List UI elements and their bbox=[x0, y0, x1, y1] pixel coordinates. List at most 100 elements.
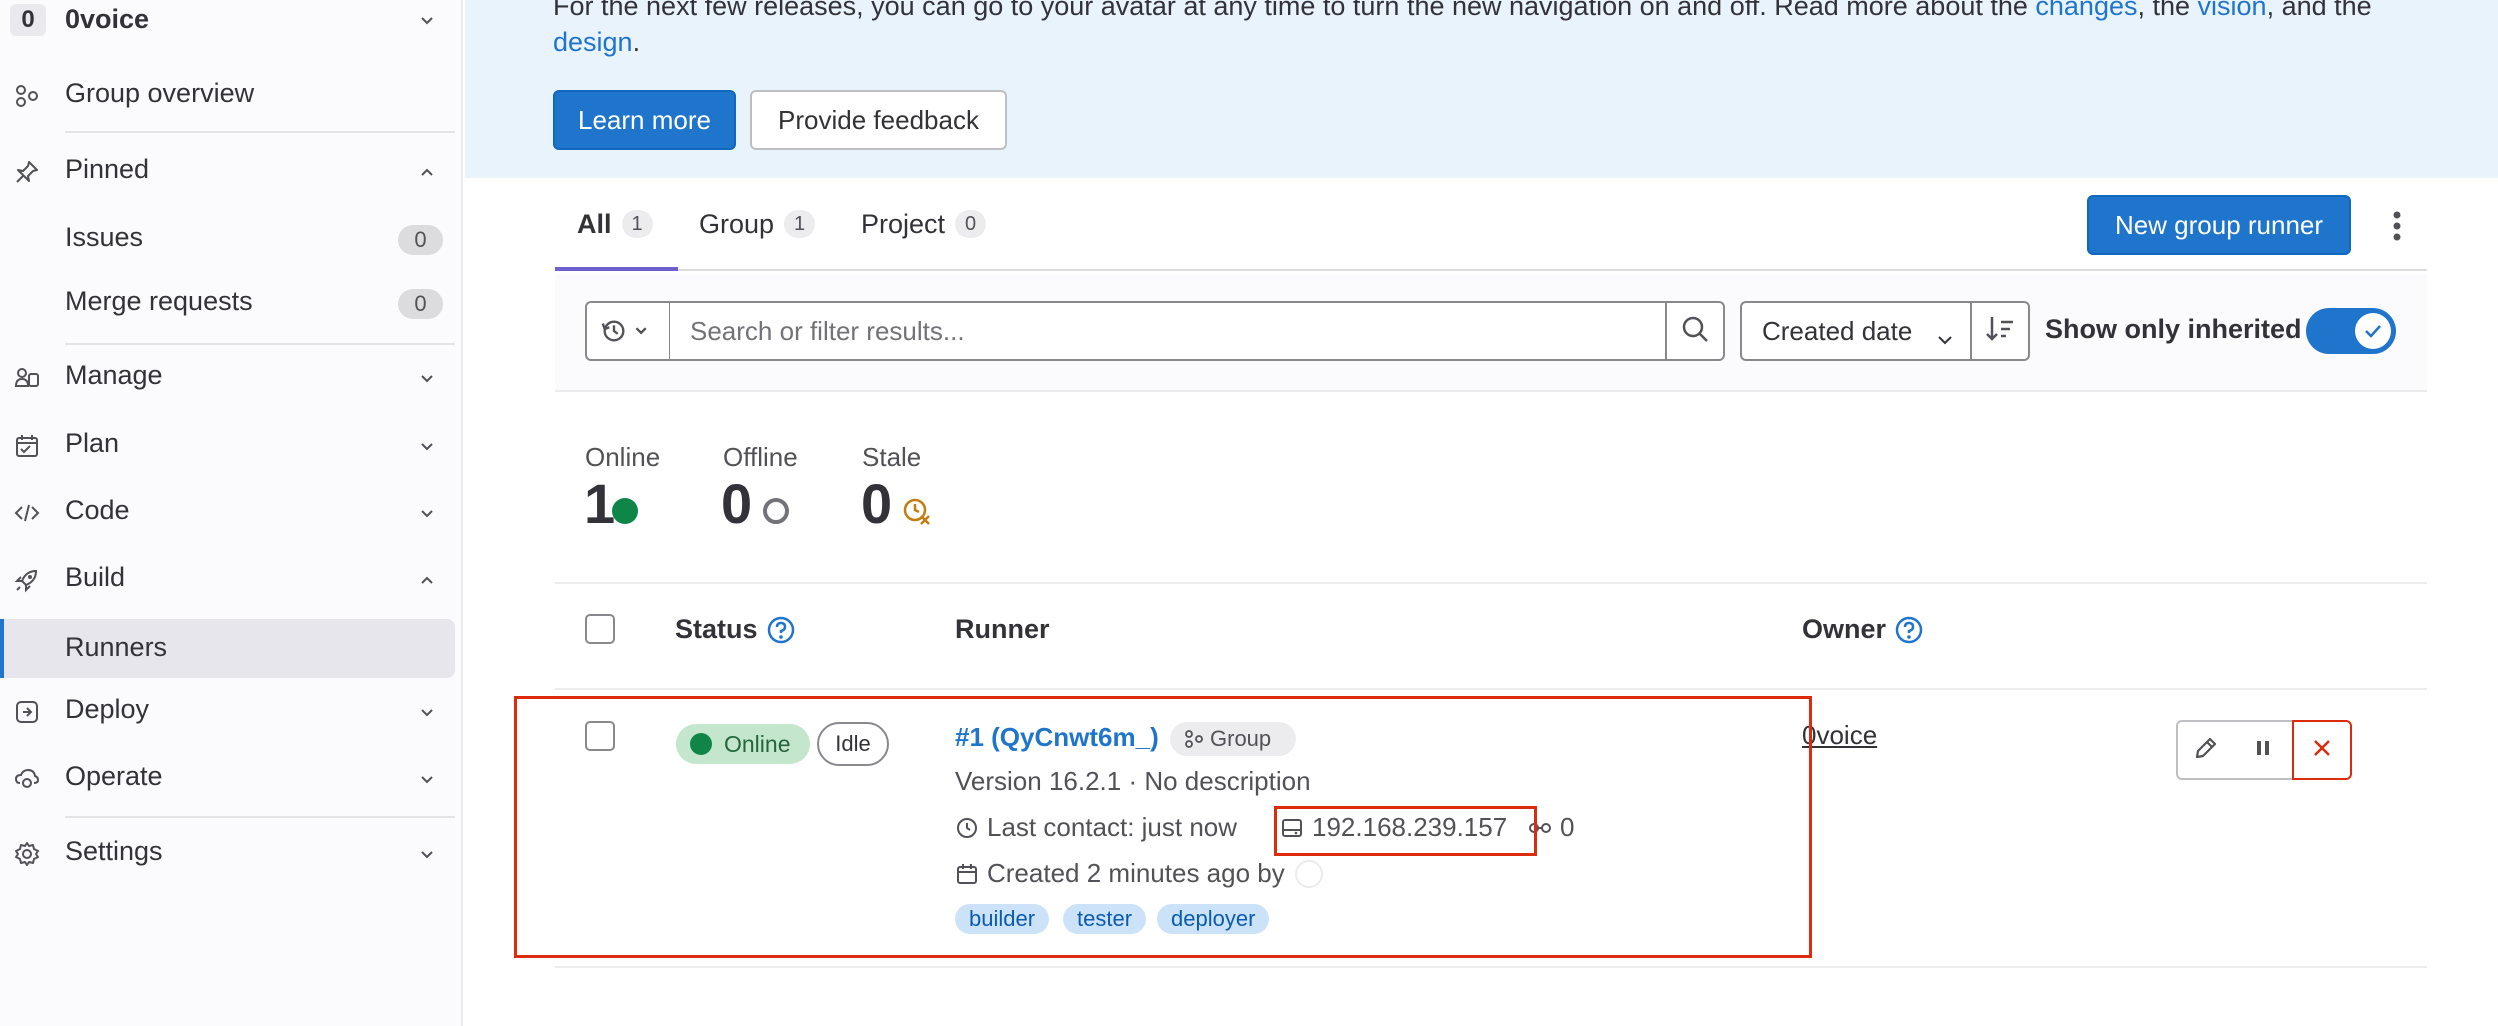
question-icon[interactable] bbox=[766, 615, 796, 645]
runner-column-header: Runner bbox=[955, 614, 1050, 645]
sidebar-divider bbox=[65, 343, 455, 345]
status-stale-icon bbox=[902, 496, 932, 531]
chevron-up-icon bbox=[420, 573, 434, 587]
sidebar-item-label: Build bbox=[65, 562, 126, 592]
stale-stat-value: 0 bbox=[861, 472, 893, 535]
show-only-inherited-toggle[interactable] bbox=[2306, 308, 2396, 354]
tabs-divider bbox=[555, 269, 2427, 271]
banner-text-period: . bbox=[632, 27, 641, 57]
tab-count-badge: 1 bbox=[784, 210, 816, 238]
table-row-divider bbox=[555, 966, 2427, 968]
sidebar-item-label: Plan bbox=[65, 428, 120, 458]
sidebar-item-label: Group overview bbox=[65, 78, 255, 108]
stats-divider bbox=[555, 582, 2427, 584]
banner-text-sep1: , the bbox=[2137, 0, 2198, 21]
sidebar-item-build[interactable]: Build bbox=[0, 558, 455, 602]
sidebar-item-label: Operate bbox=[65, 761, 163, 791]
deployments-icon bbox=[14, 699, 40, 725]
chevron-down-icon bbox=[420, 847, 434, 861]
gear-icon bbox=[14, 841, 40, 867]
online-stat-value: 1 bbox=[584, 472, 616, 535]
thumbtack-icon bbox=[14, 159, 40, 185]
sidebar-item-operate[interactable]: Operate bbox=[0, 757, 455, 801]
sidebar: 0 0voice Group overview Pinned Issues 0 bbox=[0, 0, 463, 1026]
pause-icon bbox=[2251, 736, 2275, 765]
sidebar-item-manage[interactable]: Manage bbox=[0, 356, 455, 400]
chevron-down-icon bbox=[420, 772, 434, 786]
sidebar-item-issues[interactable]: Issues 0 bbox=[0, 218, 455, 262]
new-group-runner-button[interactable]: New group runner bbox=[2087, 195, 2351, 255]
search-button[interactable] bbox=[1665, 301, 1725, 361]
sidebar-item-merge-requests[interactable]: Merge requests 0 bbox=[0, 282, 455, 326]
show-only-inherited-label: Show only inherited bbox=[2045, 314, 2302, 344]
check-icon bbox=[2355, 313, 2391, 349]
active-tab-indicator bbox=[555, 267, 678, 271]
offline-stat-value: 0 bbox=[721, 472, 753, 535]
provide-feedback-button[interactable]: Provide feedback bbox=[750, 90, 1007, 150]
owner-header-label: Owner bbox=[1802, 614, 1887, 644]
tab-all[interactable]: All 1 bbox=[577, 204, 653, 244]
chevron-down-icon bbox=[1937, 324, 1953, 355]
cloud-gear-icon bbox=[14, 766, 40, 792]
pause-runner-button[interactable] bbox=[2234, 720, 2294, 780]
tab-group[interactable]: Group 1 bbox=[699, 204, 816, 244]
more-actions-icon[interactable] bbox=[2385, 206, 2409, 246]
sidebar-item-label: Code bbox=[65, 495, 130, 525]
status-online-icon bbox=[612, 498, 638, 524]
chevron-down-icon bbox=[420, 371, 434, 385]
group-icon bbox=[14, 83, 40, 109]
issues-count-badge: 0 bbox=[398, 225, 443, 255]
edit-runner-button[interactable] bbox=[2176, 720, 2236, 780]
group-name: 0voice bbox=[65, 4, 150, 34]
rocket-icon bbox=[14, 567, 40, 593]
pencil-icon bbox=[2192, 734, 2220, 767]
chevron-down-icon bbox=[420, 705, 434, 719]
new-navigation-banner bbox=[465, 0, 2498, 178]
sidebar-item-plan[interactable]: Plan bbox=[0, 424, 455, 468]
search-icon bbox=[1680, 314, 1710, 349]
sidebar-item-label: Issues bbox=[65, 222, 144, 252]
select-all-checkbox[interactable] bbox=[585, 614, 615, 644]
sidebar-item-code[interactable]: Code bbox=[0, 491, 455, 535]
sidebar-item-settings[interactable]: Settings bbox=[0, 832, 455, 876]
offline-stat-label: Offline bbox=[723, 442, 798, 472]
group-avatar: 0 bbox=[10, 4, 46, 36]
sort-label: Created date bbox=[1762, 315, 1913, 346]
sidebar-item-group-overview[interactable]: Group overview bbox=[0, 74, 455, 118]
banner-text-sep2: , and the bbox=[2266, 0, 2372, 21]
tab-label: Project bbox=[861, 208, 946, 239]
sidebar-item-runners[interactable]: Runners bbox=[0, 619, 455, 678]
tab-label: Group bbox=[699, 208, 775, 239]
users-icon bbox=[14, 365, 40, 391]
owner-link[interactable]: 0voice bbox=[1802, 720, 1877, 751]
tab-count-badge: 1 bbox=[621, 210, 653, 238]
vision-link[interactable]: vision bbox=[2198, 0, 2267, 21]
table-header-divider bbox=[555, 688, 2427, 690]
merge-requests-count-badge: 0 bbox=[398, 289, 443, 319]
recent-searches-button[interactable] bbox=[585, 301, 671, 361]
sidebar-item-label: Pinned bbox=[65, 154, 150, 184]
owner-column-header: Owner bbox=[1802, 614, 1924, 645]
learn-more-button[interactable]: Learn more bbox=[553, 90, 736, 150]
tab-count-badge: 0 bbox=[955, 210, 987, 238]
sort-direction-button[interactable] bbox=[1970, 301, 2030, 361]
search-input[interactable]: Search or filter results... bbox=[669, 301, 1667, 361]
sort-by-dropdown[interactable]: Created date bbox=[1740, 301, 1972, 361]
search-placeholder: Search or filter results... bbox=[690, 315, 965, 346]
tab-project[interactable]: Project 0 bbox=[861, 204, 987, 244]
sidebar-item-deploy[interactable]: Deploy bbox=[0, 690, 455, 734]
online-stat-label: Online bbox=[585, 442, 661, 472]
sidebar-item-label: Manage bbox=[65, 360, 163, 390]
tab-label: All bbox=[577, 208, 612, 239]
runner-header-label: Runner bbox=[955, 614, 1050, 644]
runner-row-highlight bbox=[514, 696, 1812, 958]
question-icon[interactable] bbox=[1894, 615, 1924, 645]
code-icon bbox=[14, 500, 40, 526]
group-switcher[interactable]: 0 0voice bbox=[0, 0, 455, 40]
status-offline-icon bbox=[763, 498, 789, 524]
delete-runner-button[interactable] bbox=[2292, 720, 2352, 780]
sidebar-item-pinned[interactable]: Pinned bbox=[0, 150, 455, 194]
changes-link[interactable]: changes bbox=[2035, 0, 2137, 21]
planning-icon bbox=[14, 433, 40, 459]
design-link[interactable]: design bbox=[553, 27, 633, 57]
